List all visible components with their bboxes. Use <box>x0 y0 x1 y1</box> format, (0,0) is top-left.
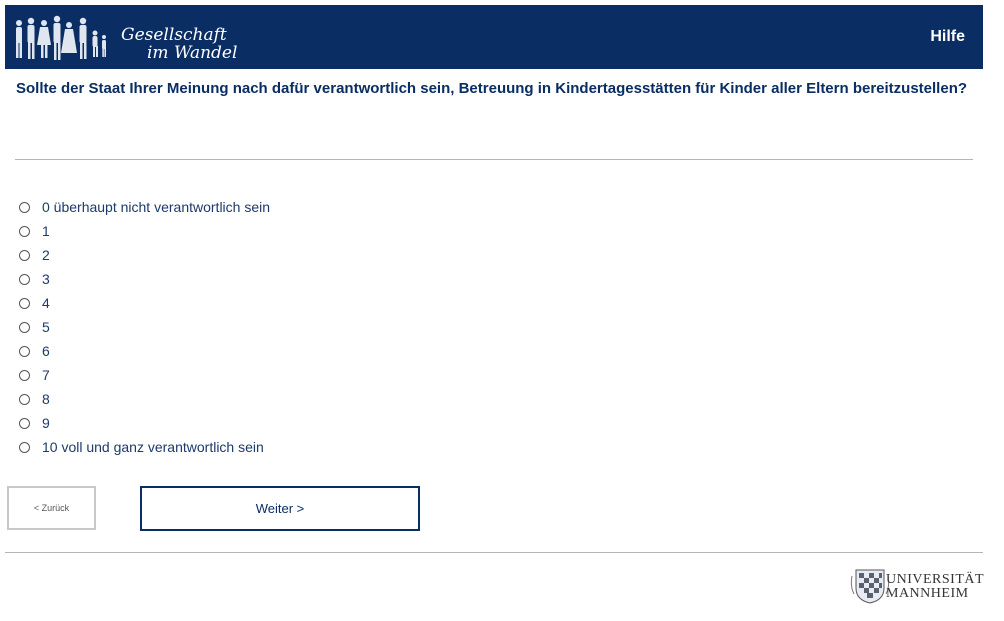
radio-button[interactable] <box>19 273 30 285</box>
back-button[interactable]: < Zurück <box>7 486 96 530</box>
radio-button[interactable] <box>19 345 30 357</box>
help-link[interactable]: Hilfe <box>930 28 965 46</box>
logo-text-line2: im Wandel <box>147 43 238 63</box>
radio-button[interactable] <box>19 369 30 381</box>
answer-options: 0 überhaupt nicht verantwortlich sein 1 … <box>19 195 270 459</box>
header-bar: Gesellschaft im Wandel Hilfe <box>5 5 983 69</box>
radio-button[interactable] <box>19 321 30 333</box>
option-label: 4 <box>42 295 50 311</box>
university-mannheim-logo: UNIVERSITÄT MANNHEIM <box>850 566 986 606</box>
question-text: Sollte der Staat Ihrer Meinung nach dafü… <box>16 80 968 97</box>
radio-button[interactable] <box>19 393 30 405</box>
option-label: 9 <box>42 415 50 431</box>
people-silhouettes-icon <box>16 15 106 60</box>
university-seal-icon <box>850 569 890 604</box>
radio-button[interactable] <box>19 225 30 237</box>
university-name-line2: MANNHEIM <box>886 586 969 601</box>
next-button[interactable]: Weiter > <box>140 486 420 531</box>
divider <box>5 552 983 553</box>
option-label: 7 <box>42 367 50 383</box>
option-label: 5 <box>42 319 50 335</box>
radio-button[interactable] <box>19 201 30 213</box>
radio-button[interactable] <box>19 441 30 453</box>
option-0[interactable]: 0 überhaupt nicht verantwortlich sein <box>19 195 270 219</box>
option-4[interactable]: 4 <box>19 291 270 315</box>
option-label: 6 <box>42 343 50 359</box>
option-5[interactable]: 5 <box>19 315 270 339</box>
option-label: 0 überhaupt nicht verantwortlich sein <box>42 199 271 215</box>
option-2[interactable]: 2 <box>19 243 270 267</box>
option-7[interactable]: 7 <box>19 363 270 387</box>
option-label: 3 <box>42 271 50 287</box>
option-label: 10 voll und ganz verantwortlich sein <box>42 439 264 455</box>
logo-text-line1: Gesellschaft <box>121 25 227 45</box>
option-label: 1 <box>42 223 50 239</box>
radio-button[interactable] <box>19 417 30 429</box>
option-8[interactable]: 8 <box>19 387 270 411</box>
radio-button[interactable] <box>19 249 30 261</box>
gesellschaft-im-wandel-logo: Gesellschaft im Wandel <box>11 13 271 67</box>
option-6[interactable]: 6 <box>19 339 270 363</box>
option-label: 8 <box>42 391 50 407</box>
radio-button[interactable] <box>19 297 30 309</box>
option-9[interactable]: 9 <box>19 411 270 435</box>
option-label: 2 <box>42 247 50 263</box>
option-3[interactable]: 3 <box>19 267 270 291</box>
option-1[interactable]: 1 <box>19 219 270 243</box>
option-10[interactable]: 10 voll und ganz verantwortlich sein <box>19 435 270 459</box>
divider <box>15 159 973 160</box>
